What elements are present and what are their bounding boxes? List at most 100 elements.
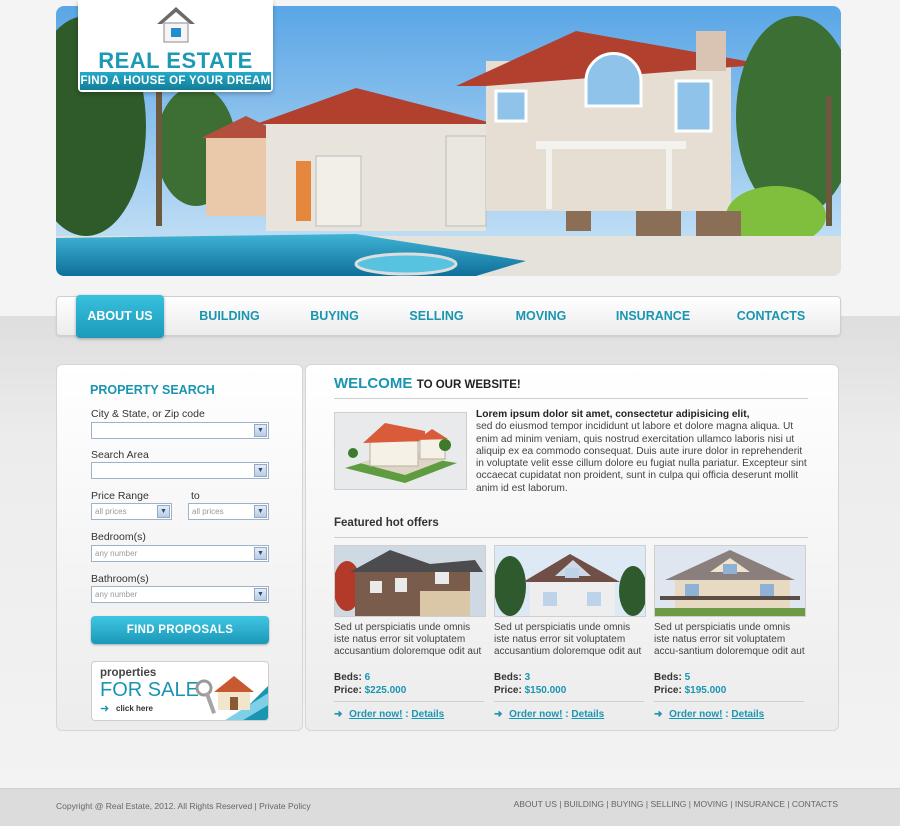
link-separator: :: [725, 709, 729, 720]
property-search-title: PROPERTY SEARCH: [90, 383, 215, 397]
price-from-value: all prices: [95, 507, 127, 516]
site-title: REAL ESTATE: [98, 48, 253, 73]
order-now-link[interactable]: Order now!: [669, 709, 722, 720]
offer-desc: Sed ut perspiciatis unde omnis iste natu…: [334, 622, 482, 657]
footer-link-about-us[interactable]: ABOUT US: [514, 799, 557, 809]
house-icon: [155, 4, 197, 49]
keys-house-icon: [195, 676, 268, 720]
find-proposals-button[interactable]: FIND PROPOSALS: [91, 616, 269, 644]
order-now-link[interactable]: Order now!: [509, 709, 562, 720]
nav-about-us[interactable]: ABOUT US: [76, 295, 164, 338]
site-logo[interactable]: REAL ESTATE FIND A HOUSE OF YOUR DREAM: [78, 0, 273, 92]
offer-price: Price: $225.000: [334, 685, 486, 696]
beds-value: 6: [364, 672, 371, 683]
price-label: Price:: [334, 685, 362, 696]
offer-desc: Sed ut perspiciatis unde omnis iste natu…: [654, 622, 805, 657]
beds-label: Beds:: [334, 672, 362, 683]
nav-contacts[interactable]: CONTACTS: [727, 297, 815, 335]
nav-moving[interactable]: MOVING: [502, 297, 580, 335]
price-value: $195.000: [684, 685, 727, 696]
order-now-link[interactable]: Order now!: [349, 709, 402, 720]
city-label: City & State, or Zip code: [91, 408, 205, 420]
offer-card: Sed ut perspiciatis unde omnis iste natu…: [654, 545, 806, 720]
footer-link-contacts[interactable]: CONTACTS: [792, 799, 838, 809]
price-from-select[interactable]: all prices ▼: [91, 503, 172, 520]
offer-links: ➜ Order now! : Details: [494, 709, 646, 720]
divider: [334, 537, 808, 538]
details-link[interactable]: Details: [731, 709, 764, 720]
nav-buying[interactable]: BUYING: [297, 297, 372, 335]
price-to-select[interactable]: all prices ▼: [188, 503, 269, 520]
footer-link-selling[interactable]: SELLING: [651, 799, 687, 809]
nav-insurance[interactable]: INSURANCE: [610, 297, 696, 335]
offer-image: [654, 545, 806, 617]
offer-beds: Beds: 6: [334, 672, 486, 683]
bathroom-label: Bathroom(s): [91, 573, 149, 585]
nav-building[interactable]: BUILDING: [187, 297, 272, 335]
property-search-panel: PROPERTY SEARCH City & State, or Zip cod…: [56, 364, 303, 731]
details-link[interactable]: Details: [411, 709, 444, 720]
bedroom-label: Bedroom(s): [91, 531, 146, 543]
search-area-label: Search Area: [91, 449, 149, 461]
price-label: Price:: [654, 685, 682, 696]
footer-separator: |: [559, 799, 562, 809]
main-content: WELCOME TO OUR WEBSITE! Lorem ipsum dolo…: [305, 364, 839, 731]
chevron-down-icon: ▼: [254, 464, 267, 477]
price-range-label: Price Range: [91, 490, 149, 502]
arrow-right-icon: ➜: [654, 709, 663, 720]
footer-separator: |: [730, 799, 733, 809]
welcome-heading: WELCOME TO OUR WEBSITE!: [334, 375, 521, 393]
footer-link-building[interactable]: BUILDING: [564, 799, 604, 809]
offer-links: ➜ Order now! : Details: [654, 709, 806, 720]
divider: [494, 701, 644, 702]
banner-small-text: properties: [100, 667, 157, 679]
arrow-right-icon: ➜: [100, 703, 110, 715]
offer-links: ➜ Order now! : Details: [334, 709, 486, 720]
arrow-right-icon: ➜: [334, 709, 343, 720]
chevron-down-icon: ▼: [254, 505, 267, 518]
welcome-rest: TO OUR WEBSITE!: [416, 379, 521, 391]
link-separator: :: [405, 709, 409, 720]
chevron-down-icon: ▼: [254, 424, 267, 437]
beds-label: Beds:: [654, 672, 682, 683]
footer-separator: |: [645, 799, 649, 809]
offer-price: Price: $195.000: [654, 685, 806, 696]
bedroom-value: any number: [95, 549, 138, 558]
footer-separator: |: [787, 799, 790, 809]
welcome-strong: WELCOME: [334, 375, 413, 392]
price-label: Price:: [494, 685, 522, 696]
price-to-label: to: [191, 490, 200, 502]
offer-desc: Sed ut perspiciatis unde omnis iste natu…: [494, 622, 642, 657]
main-navigation: ABOUT US BUILDING BUYING SELLING MOVING …: [56, 295, 841, 338]
chevron-down-icon: ▼: [254, 547, 267, 560]
footer-links: ABOUT US | BUILDING | BUYING | SELLING |…: [514, 799, 838, 809]
footer-link-insurance[interactable]: INSURANCE: [735, 799, 785, 809]
divider: [334, 701, 484, 702]
beds-value: 3: [524, 672, 531, 683]
bathroom-select[interactable]: any number ▼: [91, 586, 269, 603]
link-separator: :: [565, 709, 569, 720]
footer-separator: |: [688, 799, 692, 809]
banner-click-text: click here: [116, 704, 153, 713]
search-area-select[interactable]: ▼: [91, 462, 269, 479]
beds-value: 5: [684, 672, 691, 683]
city-select[interactable]: ▼: [91, 422, 269, 439]
footer-separator: |: [606, 799, 609, 809]
site-tagline: FIND A HOUSE OF YOUR DREAM: [80, 72, 271, 90]
chevron-down-icon: ▼: [254, 588, 267, 601]
price-value: $225.000: [364, 685, 407, 696]
offer-image: [494, 545, 646, 617]
intro-text: Lorem ipsum dolor sit amet, consectetur …: [476, 409, 811, 495]
offer-price: Price: $150.000: [494, 685, 646, 696]
details-link[interactable]: Details: [571, 709, 604, 720]
nav-selling[interactable]: SELLING: [399, 297, 474, 335]
offer-beds: Beds: 3: [494, 672, 646, 683]
offer-beds: Beds: 5: [654, 672, 806, 683]
footer-link-moving[interactable]: MOVING: [693, 799, 727, 809]
copyright-text: Copyright @ Real Estate, 2012. All Right…: [56, 801, 311, 811]
intro-body: sed do eiusmod tempor incididunt ut labo…: [476, 421, 807, 494]
bedroom-select[interactable]: any number ▼: [91, 545, 269, 562]
footer-link-buying[interactable]: BUYING: [611, 799, 644, 809]
bathroom-value: any number: [95, 590, 138, 599]
for-sale-banner[interactable]: properties FOR SALE ➜ click here: [91, 661, 269, 721]
